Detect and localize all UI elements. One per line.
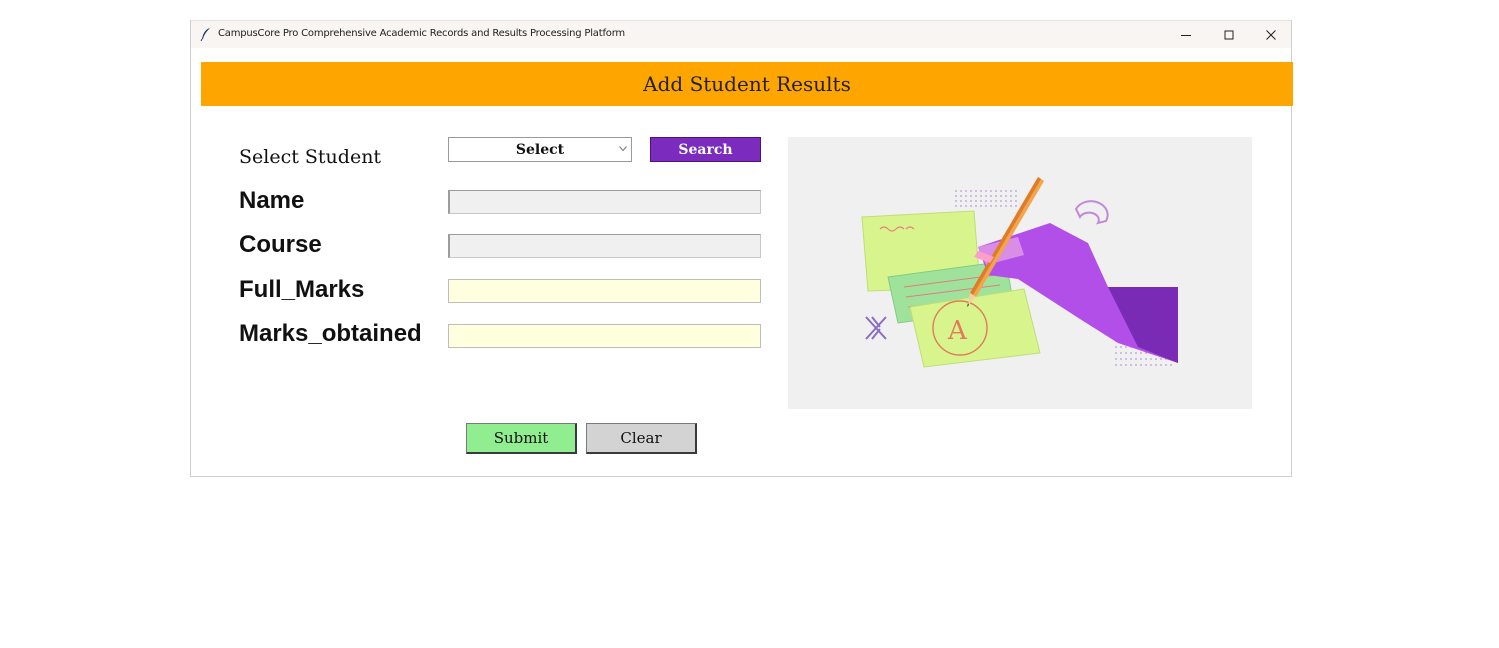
- feather-icon: [200, 28, 210, 41]
- course-label: Course: [239, 231, 322, 258]
- name-label: Name: [239, 187, 305, 214]
- submit-button-label: Submit: [493, 429, 549, 447]
- grade-letter: A: [947, 316, 968, 346]
- search-button[interactable]: Search: [650, 137, 761, 162]
- maximize-button[interactable]: [1207, 21, 1251, 49]
- page-header: Add Student Results: [201, 62, 1293, 106]
- illustration-panel: A: [788, 137, 1252, 409]
- course-field[interactable]: [448, 234, 761, 258]
- submit-button[interactable]: Submit: [466, 423, 577, 454]
- search-button-label: Search: [678, 141, 733, 158]
- marks-obtained-label: Marks_obtained: [239, 320, 422, 347]
- hand-writing-grade-illustration: A: [861, 177, 1178, 368]
- clear-button[interactable]: Clear: [586, 423, 697, 454]
- marks-obtained-field[interactable]: [448, 324, 761, 348]
- page-title: Add Student Results: [643, 72, 851, 96]
- close-button[interactable]: [1249, 21, 1293, 49]
- window-title: CampusCore Pro Comprehensive Academic Re…: [218, 28, 625, 39]
- name-field[interactable]: [448, 190, 761, 214]
- full-marks-field[interactable]: [448, 279, 761, 303]
- clear-button-label: Clear: [620, 429, 662, 447]
- app-window: CampusCore Pro Comprehensive Academic Re…: [190, 20, 1293, 477]
- chevron-down-icon: [619, 146, 627, 152]
- student-select[interactable]: Select: [448, 137, 632, 162]
- student-select-value: Select: [515, 141, 565, 158]
- minimize-icon: [1181, 35, 1191, 36]
- minimize-button[interactable]: [1164, 21, 1208, 49]
- close-icon: [1266, 30, 1276, 40]
- full-marks-label: Full_Marks: [239, 276, 365, 303]
- title-bar[interactable]: CampusCore Pro Comprehensive Academic Re…: [191, 20, 1291, 48]
- select-student-label: Select Student: [239, 146, 382, 168]
- maximize-icon: [1224, 30, 1234, 40]
